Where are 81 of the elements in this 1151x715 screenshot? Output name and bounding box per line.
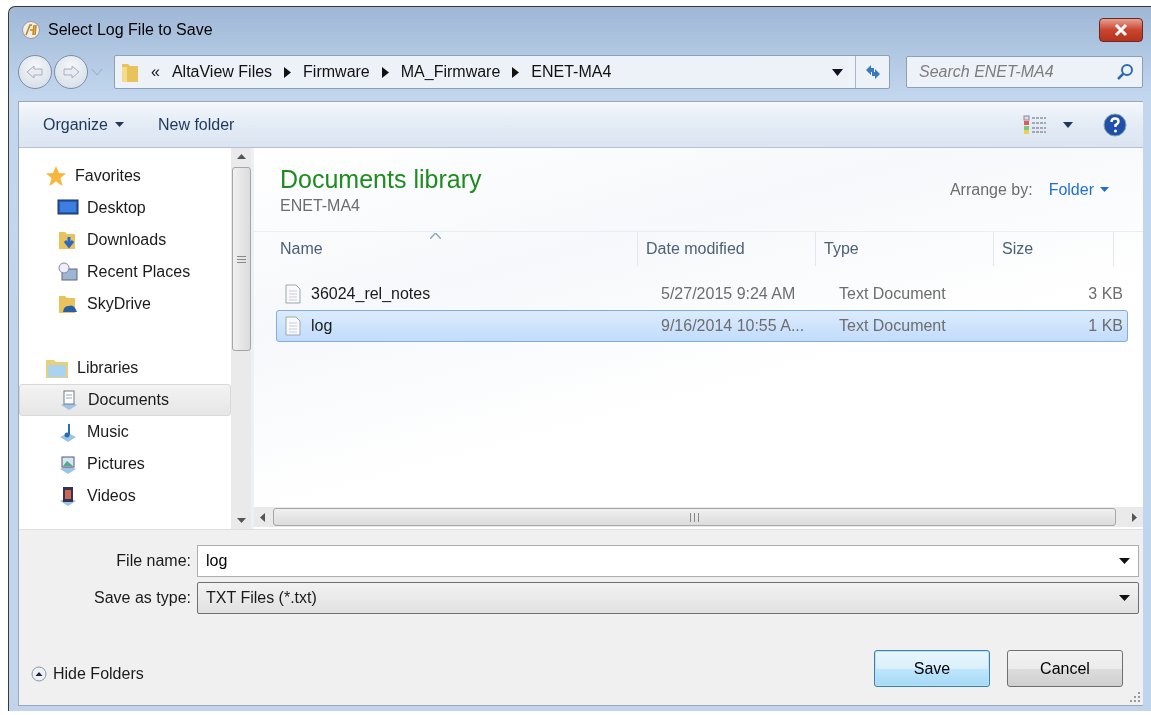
library-subtitle: ENET-MA4	[280, 196, 361, 215]
app-logo-icon	[22, 21, 40, 39]
file-name-label: File name:	[115, 551, 192, 570]
collapse-up-icon[interactable]	[31, 665, 47, 682]
scroll-right-icon[interactable]	[1132, 512, 1137, 522]
vertical-scrollbar[interactable]	[231, 148, 251, 529]
column-header[interactable]: Date modified	[638, 232, 816, 266]
file-name-box[interactable]: log	[197, 544, 1139, 577]
column-header[interactable]: Name	[254, 232, 638, 266]
nav-item[interactable]: Desktop	[19, 192, 231, 224]
nav-item[interactable]: SkyDrive	[19, 288, 231, 320]
dropdown-arrow-icon[interactable]	[832, 68, 843, 76]
file-name-cell: 36024_rel_notes	[311, 285, 431, 303]
breadcrumb-item[interactable]: AltaView Files	[171, 63, 273, 81]
nav-item[interactable]: Pictures	[19, 448, 231, 480]
nav-item[interactable]: Recent Places	[19, 256, 231, 288]
save-type-value: TXT Files (*.txt)	[206, 588, 318, 607]
view-list-icon[interactable]	[1023, 114, 1047, 135]
scrollbar-thumb[interactable]	[231, 167, 251, 351]
dialog-button[interactable]: Cancel	[1007, 650, 1123, 687]
grip-lines-icon[interactable]	[690, 512, 699, 522]
save-type-dropdown[interactable]: TXT Files (*.txt)	[197, 581, 1139, 614]
arrange-label: Arrange by:	[949, 180, 1033, 199]
text-file-icon	[285, 284, 301, 304]
chevron-right-icon[interactable]	[381, 66, 389, 78]
arrange-dropdown[interactable]: Folder	[1048, 180, 1109, 199]
library-title: Documents library	[280, 164, 483, 194]
cloud-folder-icon[interactable]	[57, 293, 79, 315]
scroll-left-icon[interactable]	[260, 512, 265, 522]
resize-grip-icon[interactable]	[1130, 692, 1140, 702]
nav-group-header[interactable]: Libraries	[19, 352, 231, 384]
folder-icon	[121, 61, 139, 83]
forward-button[interactable]	[54, 55, 88, 89]
window-title: Select Log File to Save	[48, 21, 213, 39]
file-row[interactable]: log 9/16/2014 10:55 A... Text Document 1 KB	[276, 310, 1128, 342]
scroll-down-icon[interactable]	[236, 518, 246, 523]
size-cell-text: 3 KB	[1087, 285, 1124, 303]
save-type-label: Save as type:	[93, 588, 192, 607]
search-icon[interactable]	[1116, 63, 1134, 81]
nav-group-header[interactable]: Favorites	[19, 160, 231, 192]
date-cell-text: 9/16/2014 10:55 A...	[660, 317, 806, 335]
recent-places-icon[interactable]	[57, 261, 79, 283]
column-header[interactable]: Size	[994, 232, 1114, 266]
grip-lines-icon[interactable]	[236, 255, 246, 263]
column-header[interactable]: Type	[816, 232, 994, 266]
back-button[interactable]	[18, 55, 52, 89]
nav-item[interactable]: Videos	[19, 480, 231, 512]
nav-item[interactable]: Music	[19, 416, 231, 448]
caret-down-icon[interactable]	[114, 122, 124, 127]
file-row[interactable]: 36024_rel_notes 5/27/2015 9:24 AM Text Document 3 KB	[276, 278, 1128, 310]
close-button[interactable]	[1099, 18, 1143, 42]
new-folder-button[interactable]: New folder	[145, 109, 247, 140]
type-cell-text: Text Document	[838, 285, 947, 303]
hide-folders-button[interactable]: Hide Folders	[31, 664, 144, 683]
date-cell-text: 5/27/2015 9:24 AM	[660, 285, 797, 303]
dialog-button[interactable]: Save	[874, 650, 990, 687]
help-icon[interactable]	[1103, 112, 1127, 137]
breadcrumb-item[interactable]: MA_Firmware	[400, 63, 501, 81]
chevron-right-icon[interactable]	[512, 66, 520, 78]
organize-menu-button[interactable]: Organize	[31, 109, 136, 140]
address-bar[interactable]: « AltaView Files Firmware MA_Firmware ENET-MA4	[114, 55, 890, 89]
file-name-field[interactable]: log	[206, 551, 1119, 570]
caret-down-icon[interactable]	[1063, 121, 1073, 128]
breadcrumb-item[interactable]: Firmware	[303, 63, 370, 81]
type-cell-text: Text Document	[838, 317, 947, 335]
star-icon[interactable]	[45, 165, 67, 187]
search-field[interactable]: Search ENET-MA4	[917, 62, 1116, 82]
close-icon[interactable]	[1113, 23, 1129, 37]
nav-item[interactable]: Downloads	[19, 224, 231, 256]
search-box[interactable]: Search ENET-MA4	[906, 56, 1143, 88]
breadcrumb-item[interactable]: ENET-MA4	[531, 63, 612, 81]
text-file-icon	[285, 316, 301, 336]
nav-item[interactable]: Documents	[19, 384, 231, 416]
caret-down-icon[interactable]	[1100, 187, 1109, 192]
dropdown-arrow-icon[interactable]	[1119, 557, 1130, 564]
dropdown-arrow-icon[interactable]	[1119, 594, 1130, 601]
size-cell-text: 1 KB	[1087, 317, 1124, 335]
scroll-up-icon[interactable]	[236, 154, 246, 159]
file-name-cell: log	[311, 317, 333, 335]
chevron-right-icon[interactable]	[284, 66, 292, 78]
breadcrumb-overflow[interactable]: «	[151, 63, 160, 81]
